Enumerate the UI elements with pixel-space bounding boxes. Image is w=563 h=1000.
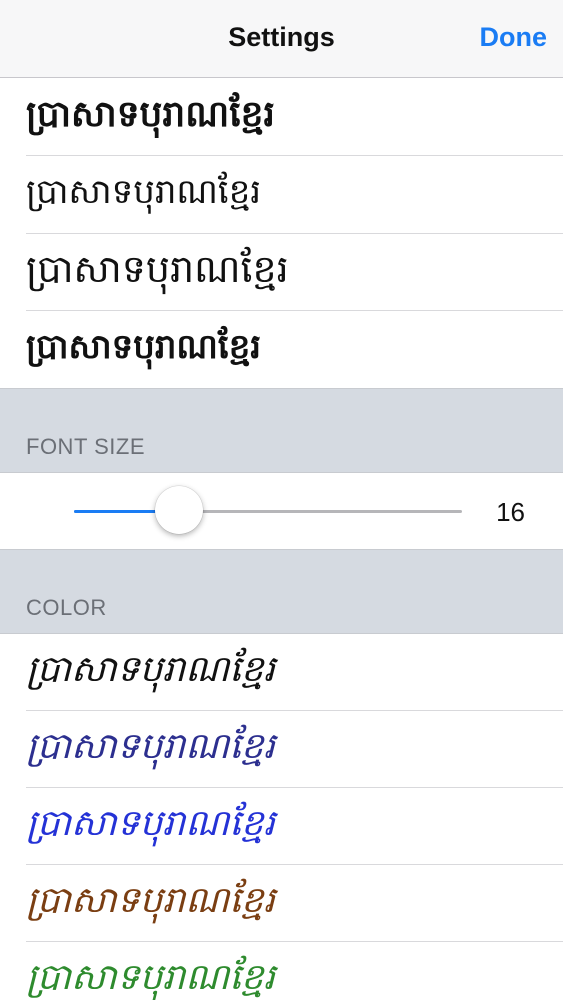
color-option-navy[interactable]: ប្រាសាទបុរាណខ្មែរ <box>0 711 563 788</box>
color-label: COLOR <box>26 595 107 620</box>
font-size-label: FONT SIZE <box>26 434 145 459</box>
color-option-brown[interactable]: ប្រាសាទបុរាណខ្មែរ <box>0 865 563 942</box>
font-size-slider-row: 16 <box>0 473 563 549</box>
font-size-section-header: FONT SIZE <box>0 388 563 473</box>
color-sample: ប្រាសាទបុរាណខ្មែរ <box>26 649 275 690</box>
font-option-light[interactable]: ប្រាសាទបុរាណខ្មែរ <box>0 156 563 234</box>
font-option-heavy[interactable]: ប្រាសាទបុរាណខ្មែរ <box>0 311 563 388</box>
color-sample: ប្រាសាទបុរាណខ្មែរ <box>26 880 275 921</box>
color-section-header: COLOR <box>0 549 563 634</box>
font-option-bold-serif[interactable]: ប្រាសាទបុរាណខ្មែរ <box>0 79 563 156</box>
color-sample: ប្រាសាទបុរាណខ្មែរ <box>26 726 275 767</box>
font-sample: ប្រាសាទបុរាណខ្មែរ <box>26 93 275 135</box>
font-sample: ប្រាសាទបុរាណខ្មែរ <box>26 172 262 212</box>
color-option-black[interactable]: ប្រាសាទបុរាណខ្មែរ <box>0 634 563 711</box>
done-button[interactable]: Done <box>480 22 548 53</box>
nav-bar: Settings Done <box>0 0 563 78</box>
font-size-value: 16 <box>496 497 525 527</box>
font-sample: ប្រាសាទបុរាណខ្មែរ <box>26 246 289 291</box>
font-size-slider-thumb[interactable] <box>154 486 203 534</box>
color-option-blue[interactable]: ប្រាសាទបុរាណខ្មែរ <box>0 788 563 865</box>
color-option-green[interactable]: ប្រាសាទបុរាណខ្មែរ <box>0 942 563 1000</box>
color-sample: ប្រាសាទបុរាណខ្មែរ <box>26 803 275 844</box>
font-option-regular[interactable]: ប្រាសាទបុរាណខ្មែរ <box>0 234 563 311</box>
font-sample: ប្រាសាទបុរាណខ្មែរ <box>26 326 262 367</box>
color-sample: ប្រាសាទបុរាណខ្មែរ <box>26 957 275 998</box>
font-size-slider-track[interactable] <box>74 510 462 513</box>
